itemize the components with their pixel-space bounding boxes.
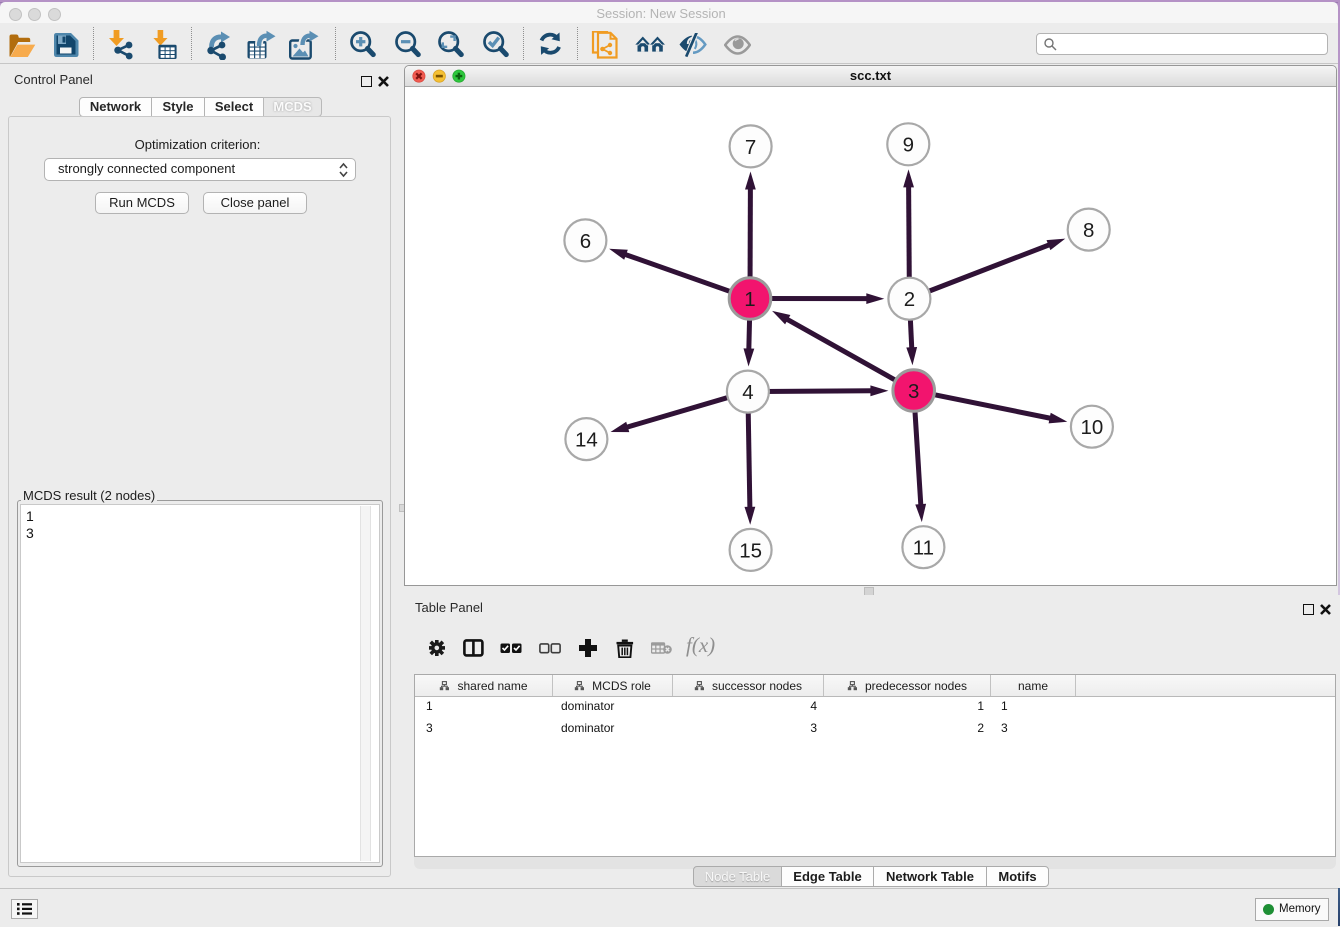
svg-text:1: 1 [744,288,755,311]
svg-text:9: 9 [903,134,914,157]
svg-text:14: 14 [575,428,598,451]
svg-text:8: 8 [1083,219,1094,242]
svg-text:11: 11 [913,537,934,560]
svg-text:4: 4 [742,381,753,404]
svg-text:10: 10 [1080,416,1103,439]
svg-text:2: 2 [904,288,915,311]
svg-text:6: 6 [580,230,591,253]
svg-text:7: 7 [745,136,756,159]
svg-text:3: 3 [908,380,919,403]
svg-text:15: 15 [739,539,762,562]
